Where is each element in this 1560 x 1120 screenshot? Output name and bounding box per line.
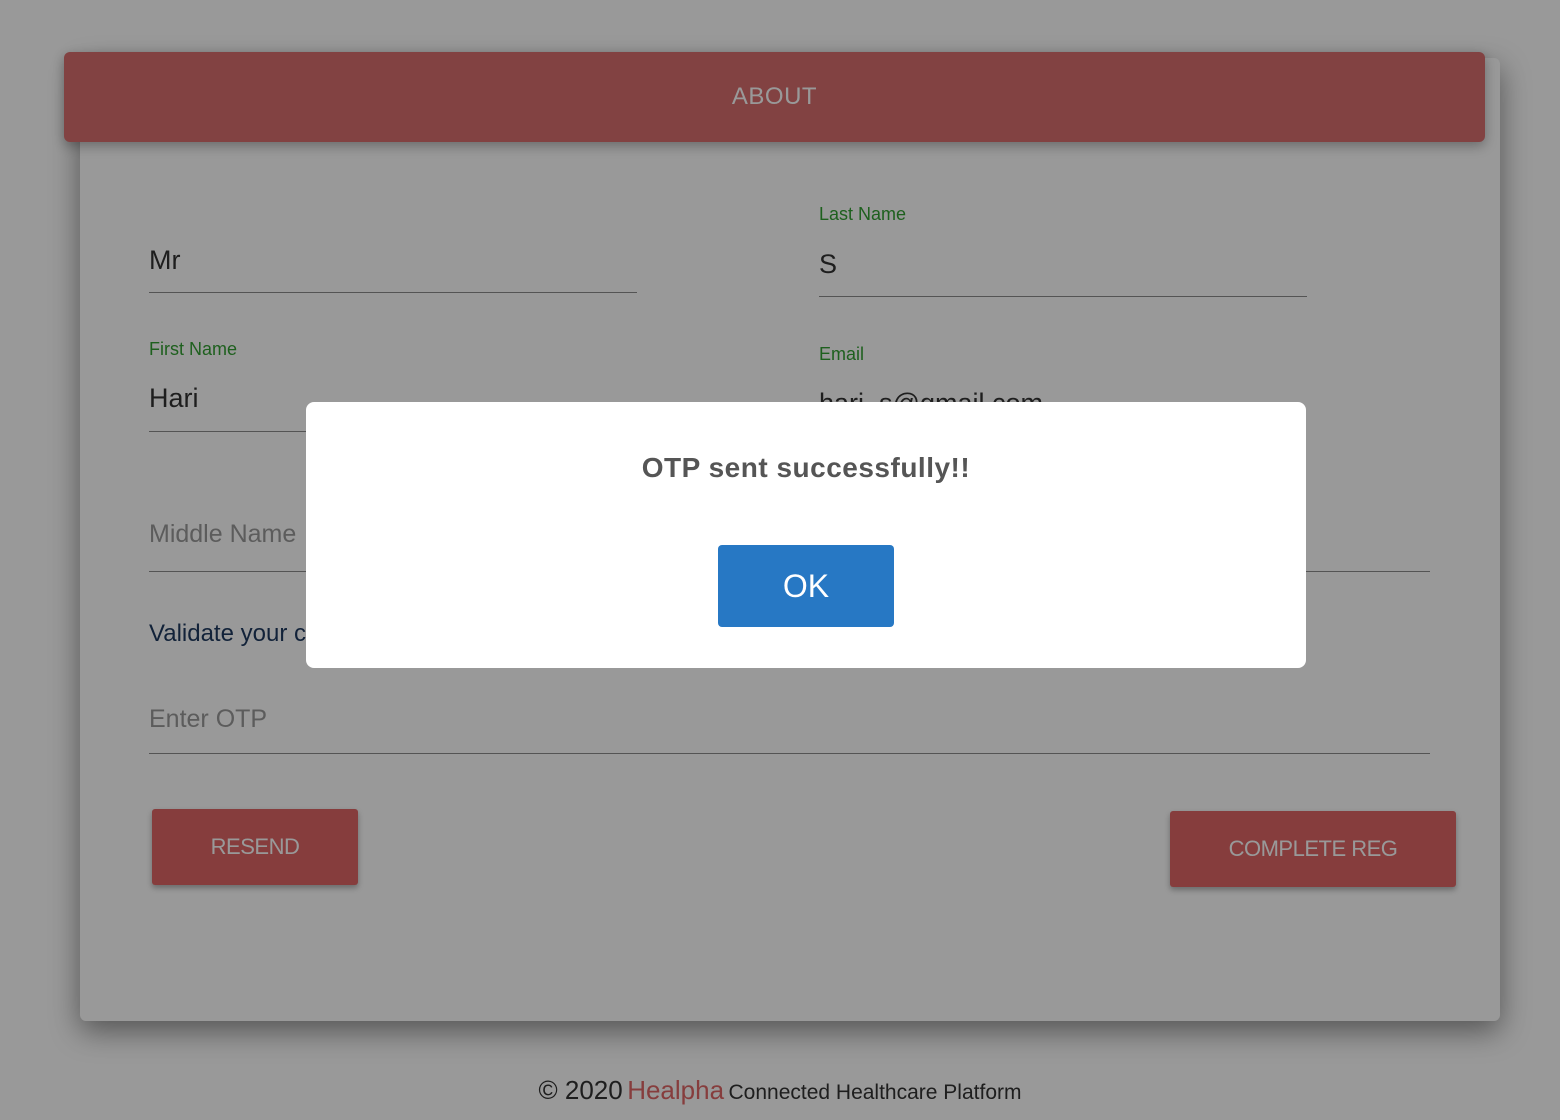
dialog-message: OTP sent successfully!! (641, 452, 971, 483)
ok-button[interactable]: OK (718, 545, 894, 627)
registration-page: ABOUT Mr Last Name S First Name Hari Ema… (0, 0, 1560, 1120)
ok-label: OK (782, 567, 830, 604)
otp-success-dialog: OTP sent successfully!! OK (306, 402, 1306, 668)
